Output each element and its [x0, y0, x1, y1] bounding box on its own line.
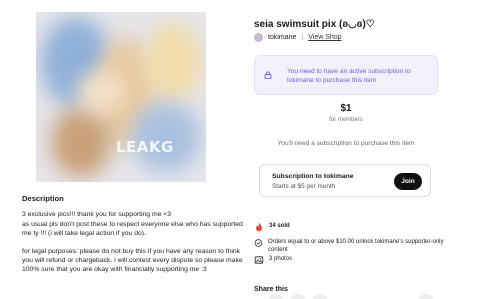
separator: |: [301, 34, 304, 41]
sold-count-row: 34 sold: [254, 222, 290, 232]
price-amount: $1: [340, 103, 352, 114]
photos-row: 3 photos: [254, 255, 292, 265]
fire-icon: [256, 222, 262, 232]
sold-count: 34 sold: [269, 223, 290, 229]
offer-row: Orders equal to or above $10.00 unlock t…: [254, 238, 444, 254]
share-button[interactable]: [290, 294, 306, 299]
lock-icon: [264, 71, 272, 79]
join-button[interactable]: Join: [394, 173, 422, 190]
share-button[interactable]: [312, 294, 328, 299]
subscription-title: Subscription to tokimane: [272, 173, 354, 180]
product-image[interactable]: [36, 12, 206, 182]
watermark: LEAKG: [116, 138, 174, 156]
share-button[interactable]: [268, 294, 284, 299]
share-button[interactable]: [418, 294, 434, 299]
description-line: 3 exclusive pics!!! thank you for suppor…: [22, 211, 172, 219]
avatar[interactable]: [254, 33, 263, 42]
image-blur-region: [51, 107, 111, 177]
notice-text: You need to have an active subscription …: [287, 68, 411, 84]
price-subtitle: for members: [329, 117, 363, 123]
description-line: as usual pls don't post these to respect…: [22, 220, 243, 238]
photo-icon: [254, 256, 264, 264]
subscription-notice: You need to have an active subscription …: [254, 55, 438, 95]
image-blur-region: [131, 102, 201, 172]
check-circle-icon: [254, 239, 263, 247]
offer-text: Orders equal to or above $10.00 unlock t…: [267, 239, 444, 253]
photos-count: 3 photos: [269, 256, 293, 262]
image-blur-region: [146, 22, 201, 102]
description-paragraph-1: 3 exclusive pics!!! thank you for suppor…: [22, 210, 248, 238]
listing-title: seia swimsuit pix (ʚ◡ɞ)♡: [254, 19, 375, 30]
share-heading: Share this: [254, 286, 288, 293]
creator-row: tokimane | View Shop: [254, 33, 342, 42]
view-shop-link[interactable]: View Shop: [308, 34, 341, 41]
subscription-requirement: You'll need a subscription to purchase t…: [277, 140, 415, 147]
subscription-price: Starts at $5 per month: [272, 183, 336, 190]
image-blur-region: [76, 72, 126, 112]
description-section: Description 3 exclusive pics!!! thank yo…: [22, 194, 248, 283]
subscription-card: Subscription to tokimane Starts at $5 pe…: [259, 164, 431, 197]
description-heading: Description: [22, 194, 64, 203]
description-paragraph-2: for legal purposes: please do not buy th…: [22, 247, 243, 274]
creator-name[interactable]: tokimane: [268, 34, 296, 41]
